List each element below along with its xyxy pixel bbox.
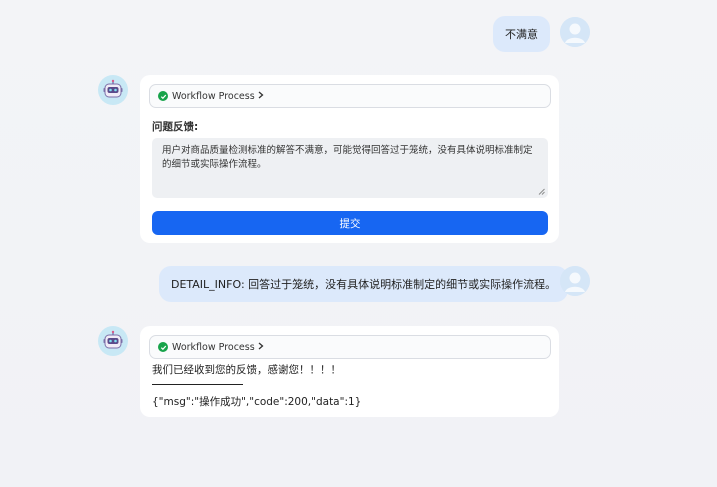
submit-button[interactable]: 提交 (152, 211, 548, 235)
chevron-right-icon (258, 91, 264, 102)
robot-icon (98, 326, 128, 356)
resize-grip-icon[interactable] (538, 188, 545, 195)
feedback-textarea-value: 用户对商品质量检测标准的解答不满意，可能觉得回答过于笼统，没有具体说明标准制定的… (162, 145, 533, 170)
workflow-process-toggle[interactable]: Workflow Process (149, 335, 551, 359)
workflow-process-label: Workflow Process (172, 90, 255, 102)
chevron-right-icon (258, 342, 264, 353)
check-circle-icon (158, 342, 168, 352)
reply-divider (152, 384, 243, 385)
feedback-card: Workflow Process 问题反馈: 用户对商品质量检测标准的解答不满意… (140, 75, 559, 243)
feedback-label: 问题反馈: (152, 121, 199, 133)
user-message-text: 不满意 (505, 28, 538, 41)
user-message-bubble: DETAIL_INFO: 回答过于笼统，没有具体说明标准制定的细节或实际操作流程… (159, 266, 569, 302)
result-text: {"msg":"操作成功","code":200,"data":1} (152, 396, 362, 408)
user-message-bubble: 不满意 (493, 16, 550, 52)
user-avatar-icon (560, 266, 590, 296)
feedback-textarea[interactable]: 用户对商品质量检测标准的解答不满意，可能觉得回答过于笼统，没有具体说明标准制定的… (152, 138, 548, 198)
check-circle-icon (158, 91, 168, 101)
workflow-process-label: Workflow Process (172, 341, 255, 353)
reply-text: 我们已经收到您的反馈，感谢您！！！！ (152, 364, 341, 376)
reply-card: Workflow Process 我们已经收到您的反馈，感谢您！！！！ {"ms… (140, 326, 559, 417)
user-message-text: DETAIL_INFO: 回答过于笼统，没有具体说明标准制定的细节或实际操作流程… (171, 278, 557, 291)
user-avatar-icon (560, 17, 590, 47)
workflow-process-toggle[interactable]: Workflow Process (149, 84, 551, 108)
robot-icon (98, 75, 128, 105)
